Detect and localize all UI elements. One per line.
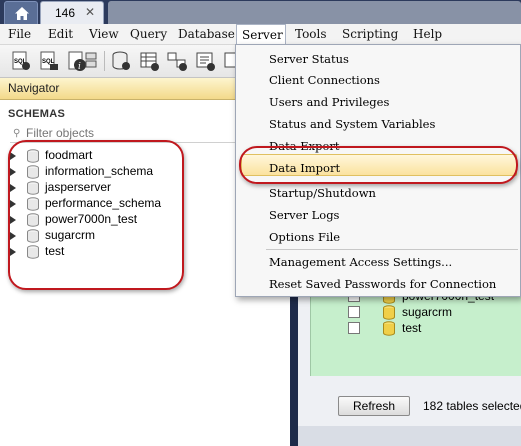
menu-help[interactable]: Help (413, 27, 442, 41)
menu-separator (266, 249, 518, 250)
schema-test[interactable]: test (10, 244, 190, 260)
table-cylinder-icon (383, 305, 395, 320)
menu-item-management-access[interactable]: Management Access Settings... (269, 255, 452, 269)
manage-connections-icon[interactable] (80, 50, 102, 72)
menu-scripting[interactable]: Scripting (342, 27, 398, 41)
menu-item-users-privileges[interactable]: Users and Privileges (269, 95, 389, 109)
database-icon (27, 229, 39, 243)
menu-item-data-export[interactable]: Data Export (269, 139, 340, 153)
new-sql-file-icon[interactable]: SQL (10, 50, 32, 72)
menu-file[interactable]: File (8, 27, 31, 41)
row-checkbox[interactable] (348, 322, 360, 334)
expand-arrow-icon[interactable] (10, 216, 16, 224)
schema-name: test (45, 244, 65, 258)
menu-view[interactable]: View (89, 27, 119, 41)
table-row[interactable]: sugarcrm (348, 305, 518, 321)
schema-jasperserver[interactable]: jasperserver (10, 180, 190, 196)
menu-item-data-import[interactable]: Data Import (269, 161, 340, 175)
menu-query[interactable]: Query (130, 27, 167, 41)
schema-name: power7000n_test (45, 212, 138, 226)
database-icon (27, 165, 39, 179)
create-schema-icon[interactable] (110, 50, 132, 72)
filter-input[interactable] (26, 126, 226, 140)
database-icon (27, 245, 39, 259)
schema-name: performance_schema (45, 196, 162, 210)
create-procedure-icon[interactable] (194, 50, 216, 72)
expand-arrow-icon[interactable] (10, 248, 16, 256)
menu-bar: File Edit View Query Database Server Too… (0, 24, 521, 45)
menu-edit[interactable]: Edit (48, 27, 73, 41)
home-icon (15, 7, 29, 20)
toolbar-separator (104, 51, 105, 71)
schema-sugarcrm[interactable]: sugarcrm (10, 228, 190, 244)
expand-arrow-icon[interactable] (10, 184, 16, 192)
schema-name: foodmart (45, 148, 93, 162)
expand-arrow-icon[interactable] (10, 200, 16, 208)
selection-status: 182 tables selected (423, 399, 521, 413)
tab-bar: 146 ✕ (0, 0, 521, 24)
schema-list: foodmart information_schema jasperserver… (10, 148, 190, 260)
schema-information-schema[interactable]: information_schema (10, 164, 190, 180)
close-tab-icon[interactable]: ✕ (85, 5, 95, 19)
background-tab-area (108, 1, 521, 24)
menu-item-startup-shutdown[interactable]: Startup/Shutdown (269, 186, 376, 200)
menu-server[interactable]: Server (236, 24, 286, 45)
menu-server-label: Server (242, 28, 283, 42)
row-label: sugarcrm (402, 305, 453, 319)
menu-item-server-status[interactable]: Server Status (269, 52, 349, 66)
row-checkbox[interactable] (348, 306, 360, 318)
schema-name: information_schema (45, 164, 154, 178)
schemas-heading: SCHEMAS (8, 108, 66, 120)
bottom-strip (298, 426, 521, 446)
menu-item-client-connections[interactable]: Client Connections (269, 73, 380, 87)
schema-name: sugarcrm (45, 228, 96, 242)
menu-item-reset-passwords[interactable]: Reset Saved Passwords for Connection (269, 277, 496, 291)
database-icon (27, 213, 39, 227)
refresh-button[interactable]: Refresh (338, 396, 410, 416)
schema-foodmart[interactable]: foodmart (10, 148, 190, 164)
create-view-icon[interactable] (166, 50, 188, 72)
search-icon: ⚲ (13, 128, 21, 139)
tab-connection[interactable]: 146 ✕ (40, 1, 104, 24)
schema-performance-schema[interactable]: performance_schema (10, 196, 190, 212)
create-table-icon[interactable] (138, 50, 160, 72)
table-cylinder-icon (383, 321, 395, 336)
menu-database[interactable]: Database (178, 27, 235, 41)
table-row[interactable]: test (348, 321, 518, 337)
server-menu-dropdown: Server Status Client Connections Users a… (235, 44, 521, 297)
row-label: test (402, 321, 422, 335)
database-icon (27, 181, 39, 195)
menu-item-status-variables[interactable]: Status and System Variables (269, 117, 435, 131)
menu-tools[interactable]: Tools (295, 27, 327, 41)
schema-name: jasperserver (45, 180, 112, 194)
menu-item-server-logs[interactable]: Server Logs (269, 208, 339, 222)
expand-arrow-icon[interactable] (10, 168, 16, 176)
menu-item-options-file[interactable]: Options File (269, 230, 340, 244)
schema-power7000n-test[interactable]: power7000n_test (10, 212, 190, 228)
open-sql-file-icon[interactable]: SQL (38, 50, 60, 72)
expand-arrow-icon[interactable] (10, 232, 16, 240)
expand-arrow-icon[interactable] (10, 152, 16, 160)
tab-label: 146 (55, 6, 76, 20)
database-icon (27, 149, 39, 163)
database-icon (27, 197, 39, 211)
home-tab[interactable] (4, 1, 38, 24)
